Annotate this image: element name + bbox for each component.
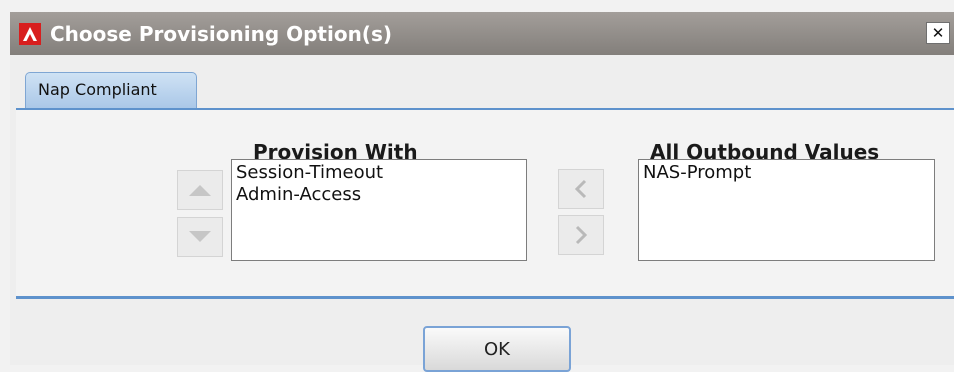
close-icon: ✕ [931, 23, 945, 42]
list-item[interactable]: Admin-Access [236, 184, 522, 206]
tab-nap-compliant[interactable]: Nap Compliant [25, 72, 197, 110]
panel-divider [16, 296, 954, 299]
arrow-left-icon [574, 179, 587, 199]
move-up-button[interactable] [177, 170, 223, 210]
close-button[interactable]: ✕ [926, 22, 950, 44]
arrow-down-icon [189, 231, 211, 242]
app-logo-icon [19, 23, 41, 45]
title-bar: Choose Provisioning Option(s) ✕ [10, 12, 954, 55]
list-item[interactable]: Session-Timeout [236, 162, 522, 184]
list-item[interactable]: NAS-Prompt [643, 162, 930, 184]
provision-with-list[interactable]: Session-Timeout Admin-Access [231, 159, 527, 261]
move-right-button[interactable] [558, 215, 604, 255]
all-outbound-list[interactable]: NAS-Prompt [638, 159, 935, 261]
arrow-up-icon [189, 185, 211, 196]
move-left-button[interactable] [558, 169, 604, 209]
ok-button[interactable]: OK [423, 326, 571, 372]
provisioning-dialog: Choose Provisioning Option(s) ✕ Nap Comp… [10, 12, 954, 372]
move-down-button[interactable] [177, 217, 223, 257]
window-title: Choose Provisioning Option(s) [50, 22, 392, 46]
tab-label: Nap Compliant [38, 80, 157, 99]
arrow-right-icon [575, 225, 588, 245]
